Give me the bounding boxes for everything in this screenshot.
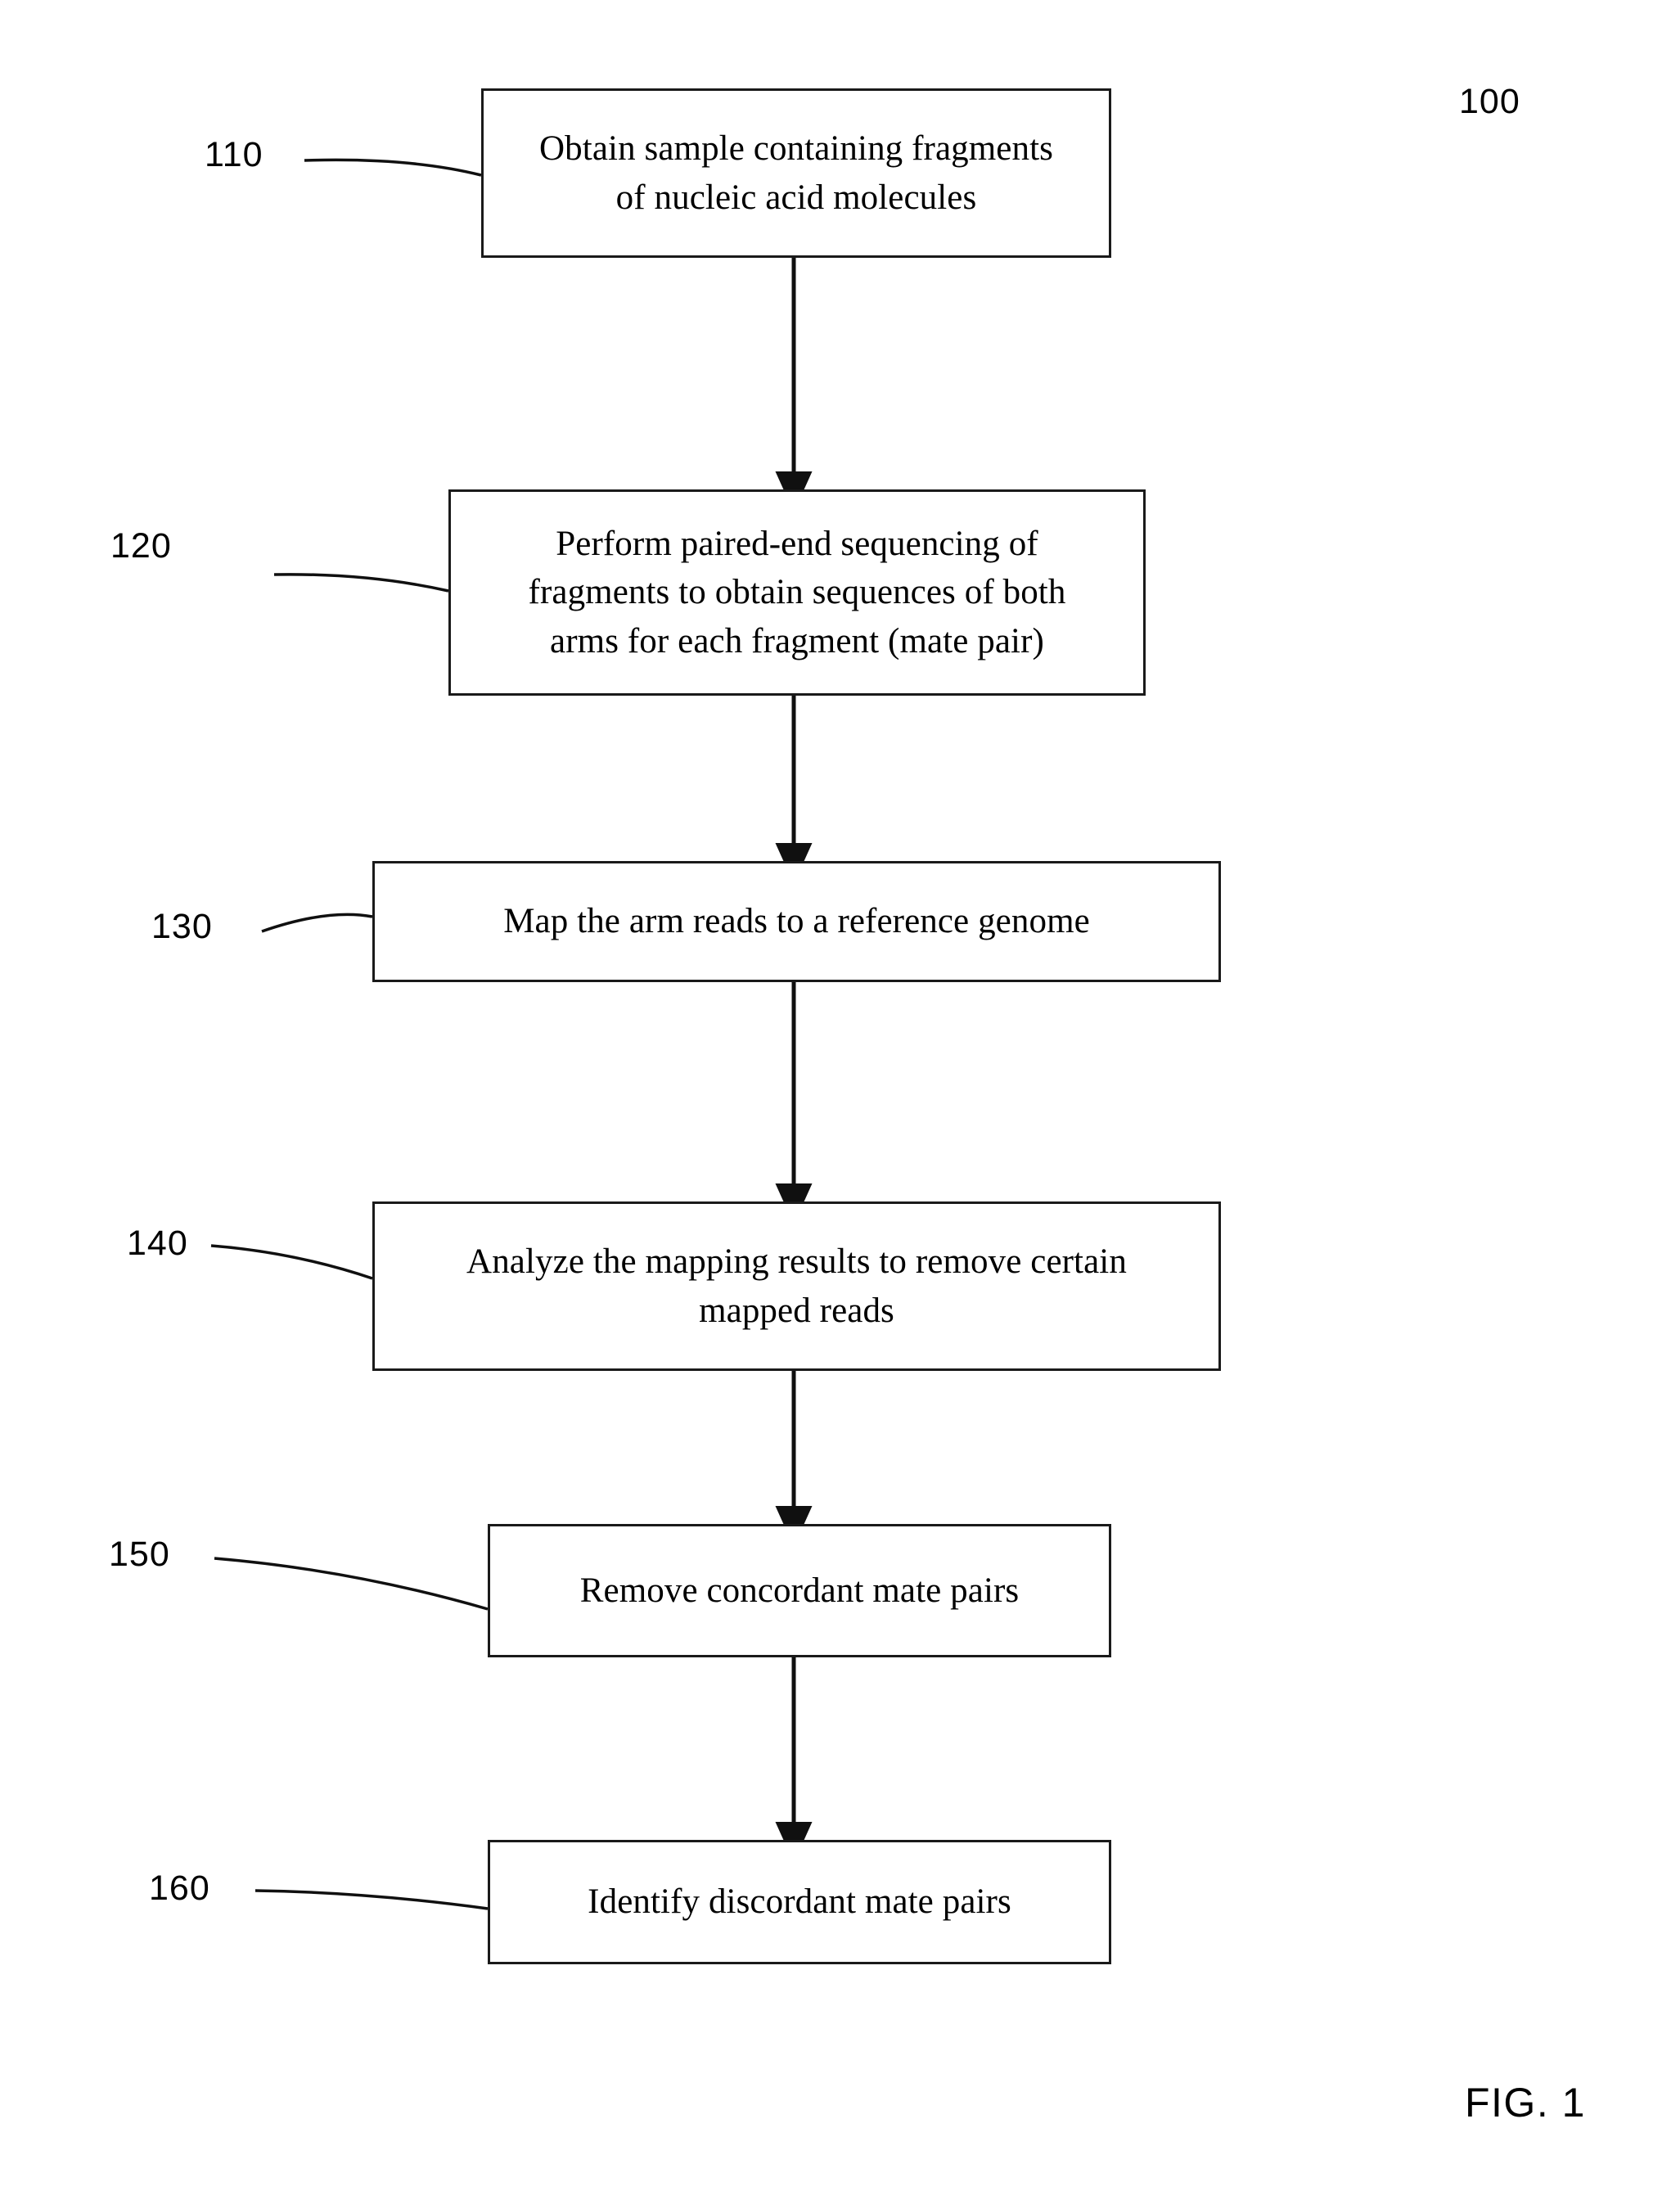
process-box-150: Remove concordant mate pairs: [488, 1524, 1111, 1657]
reference-numeral-130: 130: [151, 907, 213, 946]
reference-numeral-160: 160: [149, 1869, 210, 1908]
process-box-130-label: Map the arm reads to a reference genome: [503, 902, 1090, 941]
leader-line-130: [261, 913, 373, 933]
process-box-160: Identify discordant mate pairs: [488, 1840, 1111, 1964]
reference-numeral-110: 110: [205, 135, 263, 174]
leader-line-110: [304, 158, 482, 177]
figure-canvas: 110 120 130 140 150 160 100 Obtain sampl…: [0, 0, 1680, 2209]
process-box-110-label: Obtain sample containing fragments of nu…: [539, 129, 1053, 217]
leader-line-160: [254, 1889, 489, 1910]
leader-line-120: [273, 573, 449, 593]
leader-line-140: [210, 1244, 373, 1280]
process-box-130: Map the arm reads to a reference genome: [372, 861, 1221, 982]
process-box-140-label: Analyze the mapping results to remove ce…: [466, 1242, 1127, 1330]
reference-numeral-150: 150: [109, 1535, 170, 1574]
process-box-140: Analyze the mapping results to remove ce…: [372, 1201, 1221, 1371]
process-box-120-label: Perform paired-end sequencing of fragmen…: [528, 525, 1066, 660]
process-box-110: Obtain sample containing fragments of nu…: [481, 88, 1111, 258]
diagram-reference-100: 100: [1459, 82, 1520, 121]
reference-numeral-140: 140: [127, 1224, 188, 1263]
leader-line-150: [214, 1557, 489, 1611]
reference-numeral-120: 120: [110, 526, 172, 566]
figure-label: FIG. 1: [1465, 2080, 1586, 2126]
process-box-120: Perform paired-end sequencing of fragmen…: [448, 489, 1146, 696]
process-box-160-label: Identify discordant mate pairs: [588, 1882, 1011, 1922]
process-box-150-label: Remove concordant mate pairs: [579, 1571, 1020, 1610]
